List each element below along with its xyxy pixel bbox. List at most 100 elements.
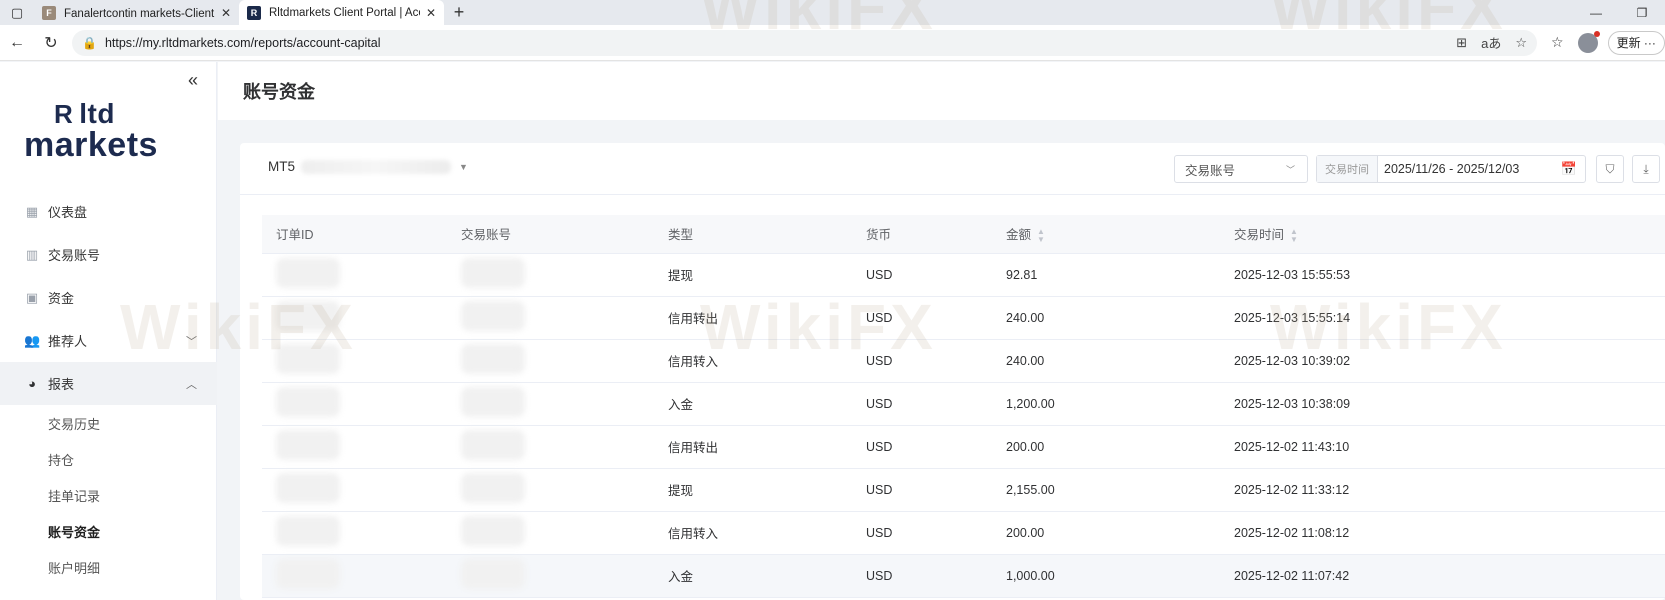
redacted-order-id: [276, 473, 340, 503]
cell-order-id: [262, 511, 447, 555]
redacted-account: [461, 387, 525, 417]
table-row[interactable]: 入金 USD 1,000.00 2025-12-02 11:07:42: [262, 554, 1665, 598]
browser-tab-1[interactable]: F Fanalertcontin markets-Client 登... ✕: [34, 0, 239, 25]
download-button[interactable]: ⤓: [1632, 155, 1660, 183]
split-screen-icon[interactable]: ⊞: [1456, 35, 1467, 51]
favorites-icon[interactable]: ☆: [1551, 34, 1564, 51]
filter-icon: ⛉: [1605, 161, 1615, 176]
column-header-time[interactable]: 交易时间 ▲ ▼: [1220, 215, 1665, 254]
cell-amount: 240.00: [992, 339, 1220, 383]
download-icon: ⤓: [1643, 161, 1649, 176]
tab-close-icon[interactable]: ✕: [221, 6, 231, 20]
cell-order-id: [262, 554, 447, 598]
redacted-account-number: [301, 159, 451, 174]
table-row[interactable]: 信用转出 USD 240.00 2025-12-03 15:55:14: [262, 296, 1665, 340]
tab-actions-icon[interactable]: ▢: [0, 0, 34, 25]
sort-icon[interactable]: ▲ ▼: [1037, 227, 1045, 244]
browser-address-bar: ← ↻ 🔒 https://my.rltdmarkets.com/reports…: [0, 25, 1665, 61]
cell-time: 2025-12-03 15:55:53: [1220, 253, 1665, 297]
redacted-order-id: [276, 258, 340, 288]
sidebar-menu: ▦ 仪表盘 ▥ 交易账号 ▣ 资金 👥 推荐人 ﹀ ◕ 报表 ︿ 交易历史 持仓…: [0, 190, 217, 585]
tab-title: Fanalertcontin markets-Client 登...: [64, 7, 215, 20]
site-favicon-icon: F: [42, 5, 56, 20]
cell-time: 2025-12-02 11:43:10: [1220, 425, 1665, 469]
table-header-row: 订单ID 交易账号 类型 货币 金额 ▲ ▼ 交易时间 ▲ ▼: [262, 215, 1665, 254]
sidebar-item-funds[interactable]: ▣ 资金: [0, 276, 217, 319]
url-input[interactable]: 🔒 https://my.rltdmarkets.com/reports/acc…: [72, 29, 1537, 56]
browser-tab-2[interactable]: R Rltdmarkets Client Portal | Accou ✕: [239, 0, 444, 25]
cell-time: 2025-12-02 11:08:12: [1220, 511, 1665, 555]
redacted-account: [461, 344, 525, 374]
logo-line1: ltd: [79, 98, 115, 129]
column-header-order-id: 订单ID: [262, 215, 447, 254]
submenu-item-trade-history[interactable]: 交易历史: [0, 405, 217, 441]
date-range-picker[interactable]: 交易时间 2025/11/26 - 2025/12/03 📅: [1316, 155, 1586, 183]
cell-order-id: [262, 253, 447, 297]
reload-icon[interactable]: ↻: [34, 33, 68, 53]
chevron-down-icon: ﹀: [1285, 164, 1295, 175]
cell-trading-account: [447, 339, 654, 383]
cell-amount: 92.81: [992, 253, 1220, 297]
browser-tab-bar: ▢ F Fanalertcontin markets-Client 登... ✕…: [0, 0, 1665, 25]
tab-close-icon[interactable]: ✕: [426, 6, 436, 20]
submenu-item-account-capital[interactable]: 账号资金: [0, 513, 217, 549]
submenu-item-account-details[interactable]: 账户明细: [0, 549, 217, 585]
redacted-order-id: [276, 430, 340, 460]
read-aloud-icon[interactable]: aあ: [1481, 33, 1501, 52]
time-header-label: 交易时间: [1234, 227, 1285, 242]
wallet-icon: ▣: [25, 289, 39, 305]
table-row[interactable]: 提现 USD 2,155.00 2025-12-02 11:33:12: [262, 468, 1665, 512]
logo-r-mark-icon: R: [54, 99, 74, 129]
caret-down-icon: ▼: [459, 161, 468, 172]
sidebar-item-label: 推荐人: [48, 334, 88, 349]
minimize-icon[interactable]: —: [1573, 6, 1619, 20]
cell-time: 2025-12-02 11:07:42: [1220, 554, 1665, 598]
filter-button[interactable]: ⛉: [1596, 155, 1624, 183]
submenu-item-pending-orders[interactable]: 挂单记录: [0, 477, 217, 513]
column-header-currency: 货币: [852, 215, 992, 254]
cell-amount: 1,200.00: [992, 382, 1220, 426]
table-row[interactable]: 入金 USD 1,200.00 2025-12-03 10:38:09: [262, 382, 1665, 426]
collapse-sidebar-icon[interactable]: «: [188, 70, 198, 91]
redacted-account: [461, 516, 525, 546]
table-row[interactable]: 信用转入 USD 240.00 2025-12-03 10:39:02: [262, 339, 1665, 383]
cell-type: 入金: [654, 382, 852, 426]
sidebar-item-label: 仪表盘: [48, 205, 88, 220]
update-label: 更新: [1616, 36, 1641, 50]
redacted-account: [461, 430, 525, 460]
sidebar-item-label: 报表: [48, 377, 75, 392]
table-row[interactable]: 提现 USD 92.81 2025-12-03 15:55:53: [262, 253, 1665, 297]
cell-currency: USD: [852, 511, 992, 555]
dashboard-icon: ▦: [25, 203, 39, 219]
account-type-select[interactable]: 交易账号 ﹀: [1174, 155, 1308, 183]
table-row[interactable]: 信用转入 USD 200.00 2025-12-02 11:08:12: [262, 511, 1665, 555]
cell-type: 提现: [654, 468, 852, 512]
sidebar-item-reports[interactable]: ◕ 报表 ︿: [0, 362, 217, 405]
account-select[interactable]: MT5 ▼: [268, 159, 468, 174]
lock-icon[interactable]: 🔒: [82, 36, 97, 50]
cell-time: 2025-12-03 10:38:09: [1220, 382, 1665, 426]
column-header-amount[interactable]: 金额 ▲ ▼: [992, 215, 1220, 254]
url-text: https://my.rltdmarkets.com/reports/accou…: [104, 35, 381, 50]
favorite-star-icon[interactable]: ☆: [1515, 35, 1527, 51]
submenu-item-positions[interactable]: 持仓: [0, 441, 217, 477]
update-button[interactable]: 更新 ···: [1607, 30, 1665, 55]
cell-type: 提现: [654, 253, 852, 297]
profile-avatar[interactable]: [1577, 30, 1600, 53]
cell-trading-account: [447, 468, 654, 512]
brand-logo[interactable]: Rltd markets: [24, 98, 158, 163]
restore-icon[interactable]: ❐: [1619, 6, 1665, 20]
sidebar-item-trading-accounts[interactable]: ▥ 交易账号: [0, 233, 217, 276]
back-icon[interactable]: ←: [0, 34, 34, 52]
redacted-order-id: [276, 516, 340, 546]
redacted-account: [461, 559, 525, 589]
cell-time: 2025-12-03 15:55:14: [1220, 296, 1665, 340]
sort-icon[interactable]: ▲ ▼: [1290, 227, 1298, 244]
table-row[interactable]: 信用转出 USD 200.00 2025-12-02 11:43:10: [262, 425, 1665, 469]
redacted-account: [461, 258, 525, 288]
new-tab-icon[interactable]: +: [444, 0, 474, 25]
cell-trading-account: [447, 296, 654, 340]
sidebar-item-referrer[interactable]: 👥 推荐人 ﹀: [0, 319, 217, 362]
sidebar-item-dashboard[interactable]: ▦ 仪表盘: [0, 190, 217, 233]
cell-amount: 240.00: [992, 296, 1220, 340]
